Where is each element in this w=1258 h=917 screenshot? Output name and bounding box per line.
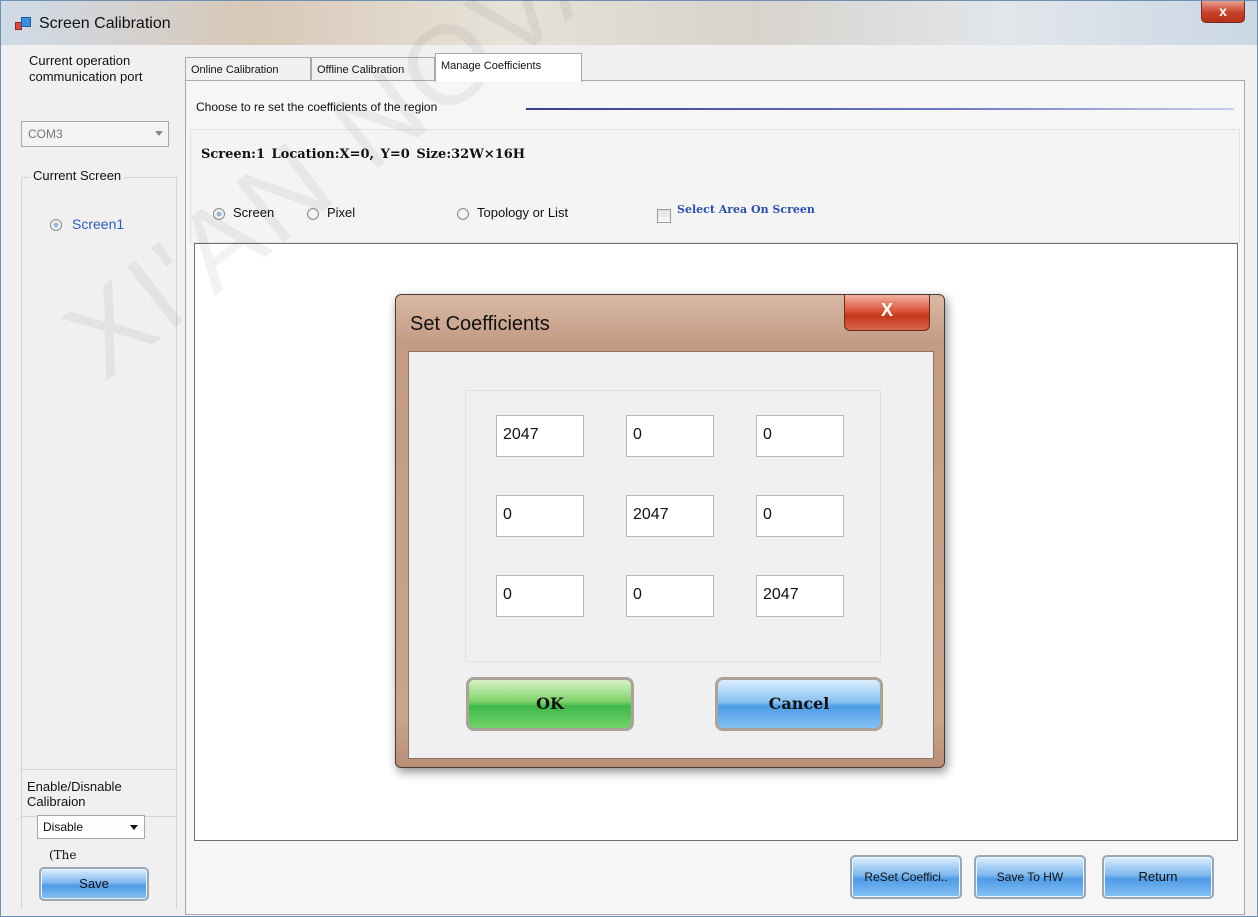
port-value: COM3	[28, 127, 63, 141]
current-screen-group: Current Screen Screen1	[21, 168, 177, 817]
coef-r3c1-input[interactable]: 0	[496, 575, 584, 617]
screen1-radio[interactable]: Screen1	[50, 216, 124, 232]
radio-icon	[307, 207, 319, 220]
choose-region-heading: Choose to re set the coefficients of the…	[196, 100, 438, 114]
save-button[interactable]: Save	[39, 867, 149, 901]
screen-calibration-window: Screen Calibration x Current operation c…	[0, 0, 1258, 917]
port-label: Current operation communication port	[29, 53, 143, 84]
screen-radio[interactable]: Screen	[213, 205, 274, 220]
left-panel: Current operation communication port COM…	[17, 53, 177, 913]
coef-r1c2-input[interactable]: 0	[626, 415, 714, 457]
select-area-label: Select Area On Screen	[677, 203, 815, 216]
topology-radio-label: Topology or List	[477, 205, 569, 220]
dialog-close-button[interactable]: X	[844, 295, 930, 331]
screen1-label: Screen1	[72, 216, 125, 232]
save-to-hw-button[interactable]: Save To HW	[974, 855, 1086, 899]
title-bar: Screen Calibration x	[1, 1, 1257, 45]
window-close-button[interactable]: x	[1201, 1, 1245, 23]
set-coefficients-dialog: Set Coefficients X 2047 0 0 0 2047 0 0 0…	[395, 294, 945, 768]
screen-radio-label: Screen	[233, 205, 275, 220]
dialog-body: 2047 0 0 0 2047 0 0 0 2047 OK Cancel	[408, 351, 934, 759]
coef-r1c3-input[interactable]: 0	[756, 415, 844, 457]
screen-info-box: Screen:1 Location:X=0, Y=0 Size:32W×16H …	[190, 129, 1240, 243]
reset-coefficients-button[interactable]: ReSet Coeffici..	[850, 855, 962, 899]
ok-button[interactable]: OK	[466, 677, 634, 731]
coef-r3c3-input[interactable]: 2047	[756, 575, 844, 617]
tab-manage-coefficients[interactable]: Manage Coefficients	[435, 53, 582, 82]
radio-icon	[457, 207, 469, 220]
enable-calibration-label: Enable/Disnable Calibraion	[27, 779, 167, 809]
radio-icon	[213, 207, 225, 220]
heading-divider	[526, 108, 1234, 110]
coef-r2c2-input[interactable]: 2047	[626, 495, 714, 537]
enable-calibration-select[interactable]: Disable	[37, 815, 145, 839]
coef-r3c2-input[interactable]: 0	[626, 575, 714, 617]
port-select[interactable]: COM3	[21, 121, 169, 147]
chevron-down-icon	[130, 825, 138, 830]
coef-r2c3-input[interactable]: 0	[756, 495, 844, 537]
coefficient-matrix: 2047 0 0 0 2047 0 0 0 2047	[465, 390, 881, 662]
tab-offline-calibration[interactable]: Offline Calibration	[311, 57, 435, 81]
dialog-title: Set Coefficients	[410, 313, 550, 335]
coef-r1c1-input[interactable]: 2047	[496, 415, 584, 457]
enable-value: Disable	[43, 820, 84, 834]
select-area-checkbox[interactable]	[657, 209, 671, 223]
coef-r2c1-input[interactable]: 0	[496, 495, 584, 537]
chevron-down-icon	[155, 131, 163, 136]
app-icon	[15, 17, 31, 31]
radio-icon	[50, 219, 62, 232]
pixel-radio-label: Pixel	[327, 205, 356, 220]
note-text: (The	[49, 848, 77, 862]
tab-online-calibration[interactable]: Online Calibration	[185, 57, 311, 81]
current-screen-label: Current Screen	[30, 168, 125, 183]
pixel-radio[interactable]: Pixel	[307, 205, 355, 220]
topology-radio[interactable]: Topology or List	[457, 205, 568, 220]
return-button[interactable]: Return	[1102, 855, 1214, 899]
screen-info-text: Screen:1 Location:X=0, Y=0 Size:32W×16H	[201, 147, 526, 162]
cancel-button[interactable]: Cancel	[715, 677, 883, 731]
window-title: Screen Calibration	[39, 15, 171, 32]
